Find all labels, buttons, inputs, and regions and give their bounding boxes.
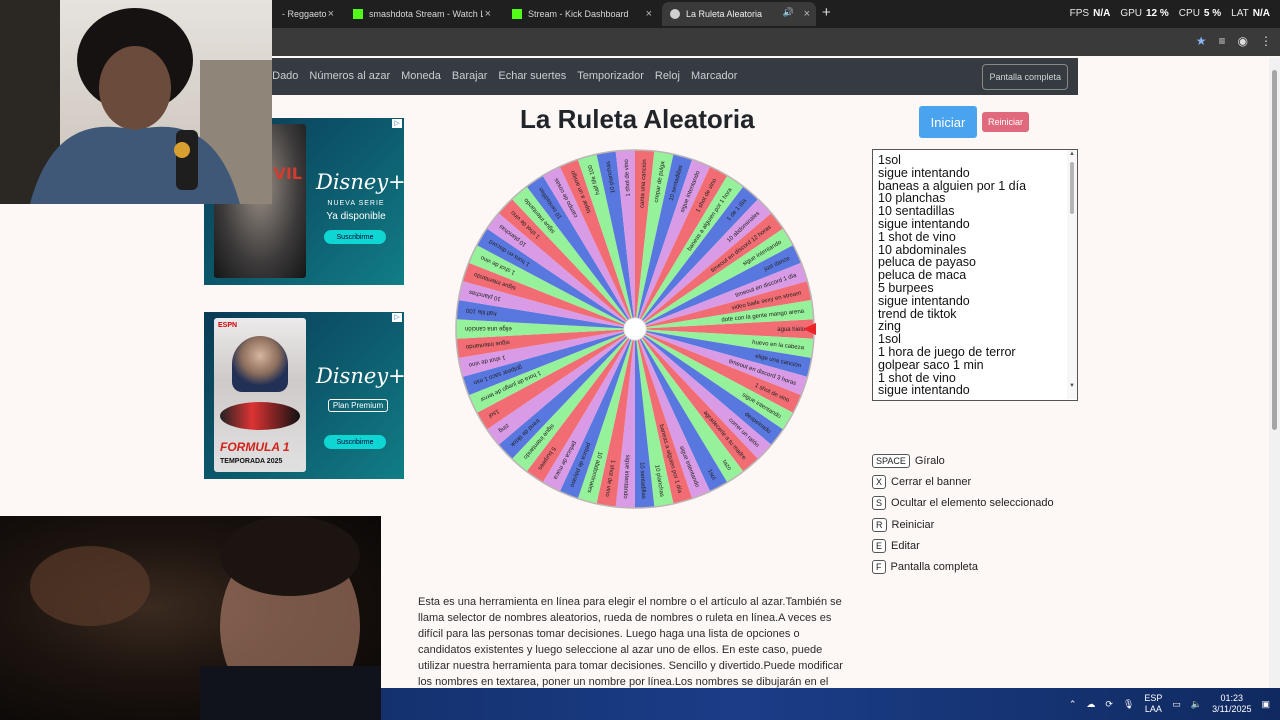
- video-image: [30, 516, 381, 720]
- tab-reggaeton[interactable]: - Reggaeto ×: [274, 2, 340, 26]
- shortcut-key: E: [872, 538, 887, 553]
- reset-button[interactable]: Reiniciar: [982, 112, 1029, 132]
- speaker-icon[interactable]: 🔊: [783, 7, 794, 18]
- shortcut-label: Editar: [891, 539, 920, 552]
- volume-icon[interactable]: 🔈: [1191, 699, 1202, 710]
- webcam-overlay: [0, 0, 272, 204]
- shortcut-key: X: [872, 474, 887, 489]
- tab-ruleta[interactable]: La Ruleta Aleatoria 🔊 ×: [662, 2, 816, 26]
- ad-line1: Plan Premium: [328, 399, 388, 412]
- nav-links: a Dado Números al azar Moneda Barajar Ec…: [255, 70, 737, 82]
- webcam-image: [0, 0, 272, 204]
- nav-item-numeros[interactable]: Números al azar: [309, 70, 390, 82]
- nav-item-barajar[interactable]: Barajar: [452, 70, 487, 82]
- ad-line1: NUEVA SERIE: [327, 200, 385, 207]
- shortcut-key: F: [872, 560, 886, 575]
- shortcut-label: Reiniciar: [891, 518, 935, 531]
- shortcut-key: S: [872, 496, 887, 511]
- shortcut-row: R Reiniciar: [872, 514, 1054, 535]
- shortcut-key: R: [872, 517, 887, 532]
- page-scrollbar-thumb[interactable]: [1272, 70, 1277, 430]
- shortcut-key: SPACE: [872, 453, 910, 468]
- names-scrollbar[interactable]: ▲ ▼: [1067, 150, 1077, 399]
- screen: a Dado Números al azar Moneda Barajar Ec…: [0, 0, 1280, 720]
- tab-label: La Ruleta Aleatoria: [686, 9, 763, 19]
- ad-drivers-image: [232, 336, 288, 392]
- shortcut-row: X Cerrar el banner: [872, 471, 1054, 492]
- kick-icon: [353, 9, 363, 19]
- video-overlay: [0, 516, 381, 720]
- ad-car-image: [220, 402, 300, 430]
- shortcut-row: SPACE Gíralo: [872, 450, 1054, 471]
- tab-smashdota[interactable]: smashdota Stream - Watch Live×: [345, 2, 497, 26]
- nav-item-echar-suertes[interactable]: Echar suertes: [498, 70, 566, 82]
- kick-icon: [512, 9, 522, 19]
- new-tab-icon[interactable]: +: [822, 4, 831, 21]
- disney-plus-logo: Disney+: [316, 170, 404, 194]
- ad-choices-icon[interactable]: ▷: [392, 119, 402, 128]
- keyboard-shortcuts: SPACE Gíralo X Cerrar el banner S Ocultar e…: [872, 450, 1054, 578]
- bookmark-star-icon[interactable]: ★: [1196, 34, 1207, 48]
- nav-item-reloj[interactable]: Reloj: [655, 70, 680, 82]
- system-tray: ⌃ ☁ ⟳ 🎙 ESP LAA ▭ 🔈 01:23 3/11/2025 ▣: [1069, 693, 1270, 715]
- ad-banner-disney-f1[interactable]: ESPN FORMULA 1 TEMPORADA 2025 Disney+ Pl…: [204, 312, 404, 479]
- globe-icon: [670, 9, 680, 19]
- tab-label: - Reggaeto: [282, 9, 327, 19]
- ad-poster: ESPN FORMULA 1 TEMPORADA 2025: [214, 318, 306, 472]
- menu-icon[interactable]: ⋮: [1260, 34, 1272, 48]
- nav-item-dado[interactable]: Dado: [272, 70, 298, 82]
- network-icon[interactable]: ▭: [1172, 699, 1181, 710]
- fps-stat: FPS N/A: [1069, 8, 1111, 19]
- page-title: La Ruleta Aleatoria: [520, 104, 755, 134]
- onedrive-icon[interactable]: ☁: [1086, 699, 1095, 710]
- close-icon[interactable]: ×: [485, 8, 491, 20]
- start-button[interactable]: Iniciar: [919, 106, 977, 138]
- ad-line2: Ya disponible: [326, 211, 386, 222]
- shortcut-row: S Ocultar el elemento seleccionado: [872, 493, 1054, 514]
- windows-taskbar: ⌃ ☁ ⟳ 🎙 ESP LAA ▭ 🔈 01:23 3/11/2025 ▣: [381, 688, 1280, 720]
- close-icon[interactable]: ×: [328, 8, 334, 20]
- ad-subscribe-button[interactable]: Suscribirme: [324, 230, 386, 244]
- notifications-icon[interactable]: ▣: [1261, 699, 1270, 710]
- lat-stat: LAT N/A: [1231, 8, 1270, 19]
- tab-label: Stream - Kick Dashboard: [528, 9, 629, 19]
- overlay-stats: FPS N/A GPU 12 % CPU 5 % LAT N/A: [1070, 8, 1280, 19]
- ad-poster-sub: TEMPORADA 2025: [220, 458, 283, 465]
- close-icon[interactable]: ×: [804, 8, 810, 20]
- wheel-slice-label: agua hielo: [777, 327, 805, 333]
- media-control-icon[interactable]: ≡: [1219, 34, 1226, 48]
- shortcut-label: Pantalla completa: [890, 561, 978, 574]
- microphone-icon[interactable]: 🎙: [1123, 699, 1134, 710]
- wheel-hub: [623, 317, 647, 341]
- roulette-wheel[interactable]: agua hielohuevo en la cabezaelige una ca…: [454, 148, 816, 510]
- close-icon[interactable]: ×: [646, 8, 652, 20]
- nav-item-marcador[interactable]: Marcador: [691, 70, 737, 82]
- ad-choices-icon[interactable]: ▷: [392, 313, 402, 322]
- shortcut-row: E Editar: [872, 535, 1054, 556]
- cpu-stat: CPU 5 %: [1178, 8, 1222, 19]
- profile-avatar-icon[interactable]: ◉: [1238, 34, 1248, 48]
- ad-subscribe-button[interactable]: Suscribirme: [324, 435, 386, 449]
- page-scrollbar[interactable]: [1269, 58, 1280, 688]
- sync-icon[interactable]: ⟳: [1105, 699, 1113, 710]
- nav-item-moneda[interactable]: Moneda: [401, 70, 441, 82]
- names-textarea[interactable]: [872, 149, 1078, 401]
- ad-poster-title: FORMULA 1: [220, 440, 290, 454]
- shortcut-label: Gíralo: [914, 454, 945, 467]
- disney-plus-logo: Disney+: [316, 364, 404, 388]
- language-indicator[interactable]: ESP LAA: [1144, 693, 1162, 715]
- fullscreen-nav-button[interactable]: Pantalla completa: [982, 64, 1068, 90]
- tab-kick-dashboard[interactable]: Stream - Kick Dashboard ×: [504, 2, 658, 26]
- site-navbar: a Dado Números al azar Moneda Barajar Ec…: [255, 58, 1078, 95]
- clock[interactable]: 01:23 3/11/2025: [1212, 693, 1251, 715]
- ad-poster-top: ESPN: [218, 322, 238, 329]
- nav-item-temporizador[interactable]: Temporizador: [577, 70, 644, 82]
- shortcut-row: F Pantalla completa: [872, 556, 1054, 577]
- gpu-stat: GPU 12 %: [1120, 8, 1169, 19]
- shortcut-label: Cerrar el banner: [891, 475, 972, 488]
- shortcut-label: Ocultar el elemento seleccionado: [891, 497, 1054, 510]
- tab-label: smashdota Stream - Watch Live: [369, 9, 483, 19]
- chevron-up-icon[interactable]: ⌃: [1069, 699, 1077, 710]
- wheel-slice-label: elige una canción: [465, 325, 512, 331]
